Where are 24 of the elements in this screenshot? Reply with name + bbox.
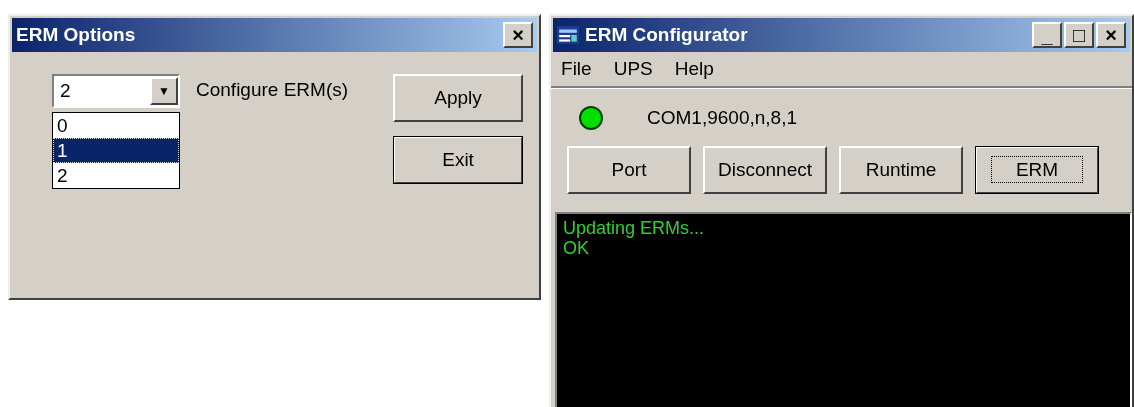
console-line: Updating ERMs... [563, 218, 706, 238]
dialog-button[interactable]: Exit [393, 136, 524, 184]
app-icon [557, 26, 580, 44]
dropdown-option[interactable]: 1 [53, 138, 179, 163]
menu-item[interactable]: File [561, 58, 592, 80]
window-control-button[interactable]: × [1096, 22, 1126, 48]
window-title: ERM Configurator [585, 24, 749, 46]
menu-item[interactable]: Help [674, 58, 714, 80]
window-title: ERM Options [16, 24, 137, 46]
port-settings: COM1,9600,n,8,1 [647, 107, 798, 129]
dropdown-option[interactable]: 2 [53, 163, 179, 188]
toolbar-button[interactable]: Port [567, 146, 692, 194]
close-button[interactable]: × [503, 22, 534, 48]
console-line: OK [563, 238, 591, 258]
toolbar-button[interactable]: Disconnect [703, 146, 828, 194]
window-control-button[interactable]: _ [1032, 22, 1062, 48]
toolbar-button[interactable]: Runtime [839, 146, 964, 194]
menu-item[interactable]: UPS [613, 58, 653, 80]
dialog-button[interactable]: Apply [393, 74, 524, 122]
configure-label: Configure ERM(s) [196, 79, 350, 101]
toolbar-button[interactable]: ERM [975, 146, 1100, 194]
window-control-button[interactable]: □ [1064, 22, 1094, 48]
count-dropdown[interactable]: 2 ▼ [52, 74, 180, 108]
dropdown-option[interactable]: 0 [53, 113, 179, 138]
